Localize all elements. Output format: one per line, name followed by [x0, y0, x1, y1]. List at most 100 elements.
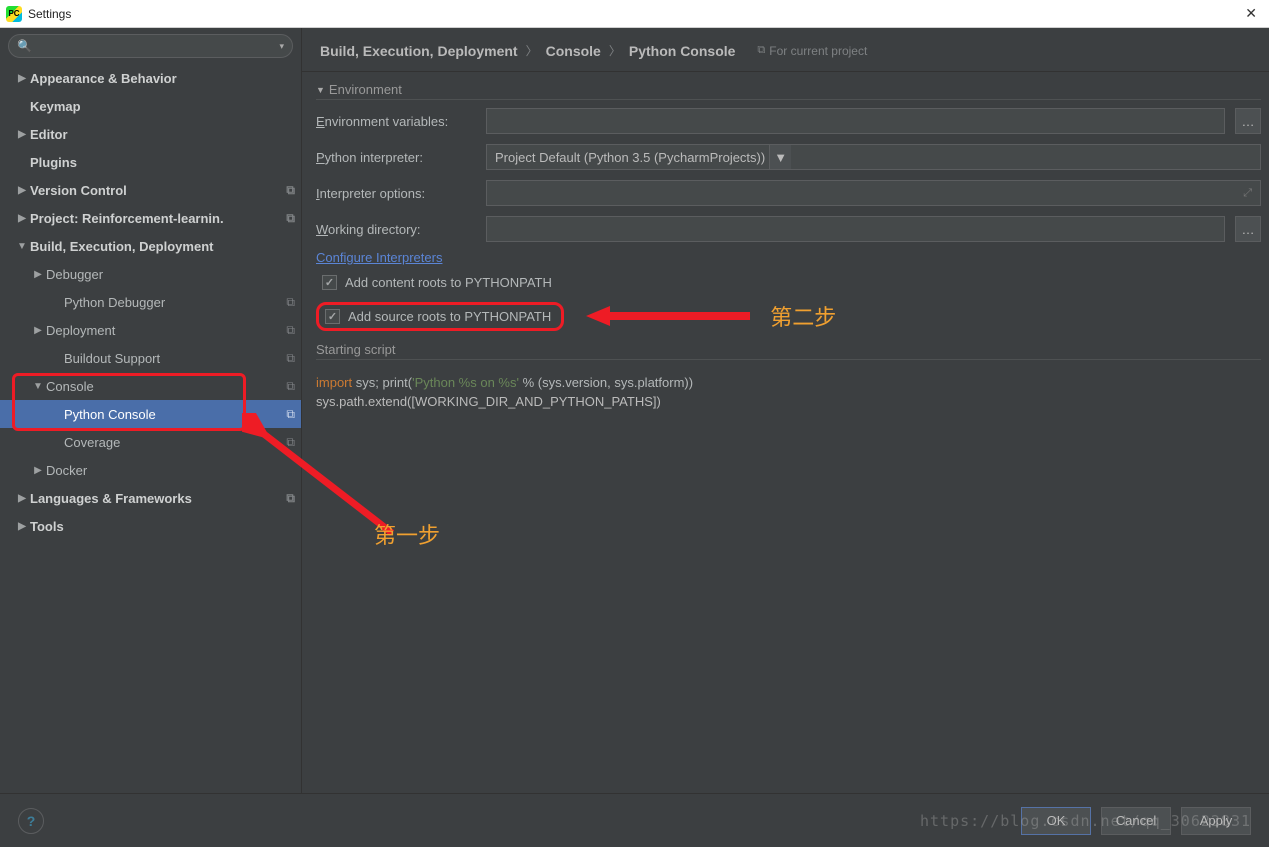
- sidebar-item-keymap[interactable]: Keymap: [0, 92, 301, 120]
- chevron-right-icon: [14, 213, 30, 224]
- titlebar: PC Settings ✕: [0, 0, 1269, 28]
- close-icon[interactable]: ✕: [1239, 5, 1263, 22]
- row-interpreter: Python interpreter: Project Default (Pyt…: [316, 142, 1261, 172]
- browse-button[interactable]: …: [1235, 108, 1261, 134]
- chevron-right-icon: [14, 73, 30, 84]
- search-wrap[interactable]: 🔍 ▾: [8, 34, 293, 58]
- scope-text: For current project: [769, 44, 867, 58]
- breadcrumb-item[interactable]: Build, Execution, Deployment: [320, 43, 518, 59]
- checkbox-icon: [322, 275, 337, 290]
- tree-label: Python Debugger: [64, 295, 165, 310]
- label-interpreter: Python interpreter:: [316, 150, 476, 165]
- breadcrumb-item[interactable]: Console: [546, 43, 601, 59]
- annotation-text-step1: 第一步: [374, 518, 440, 550]
- breadcrumb-item: Python Console: [629, 43, 736, 59]
- copy-icon: ⧉: [286, 323, 295, 338]
- starting-script-editor[interactable]: import sys; print('Python %s on %s' % (s…: [316, 366, 1261, 532]
- tree-label: Project: Reinforcement-learnin.: [30, 211, 224, 226]
- sidebar-item-console[interactable]: Console ⧉: [0, 372, 301, 400]
- sidebar-item-docker[interactable]: Docker: [0, 456, 301, 484]
- chevron-right-icon: [14, 521, 30, 532]
- input-interp-options[interactable]: ⤢: [486, 180, 1261, 206]
- chevron-down-icon[interactable]: ▼: [769, 145, 791, 169]
- section-environment[interactable]: ▼ Environment: [316, 82, 1261, 100]
- tree-label: Appearance & Behavior: [30, 71, 177, 86]
- tree-label: Buildout Support: [64, 351, 160, 366]
- sidebar-item-plugins[interactable]: Plugins: [0, 148, 301, 176]
- copy-icon: ⧉: [757, 44, 765, 57]
- cancel-button[interactable]: Cancel: [1101, 807, 1171, 835]
- checkbox-content-roots[interactable]: Add content roots to PYTHONPATH: [316, 271, 1261, 294]
- input-env-vars[interactable]: [486, 108, 1225, 134]
- chevron-right-icon: [30, 325, 46, 336]
- browse-button[interactable]: …: [1235, 216, 1261, 242]
- sidebar-item-python-console[interactable]: Python Console ⧉: [0, 400, 301, 428]
- copy-icon: ⧉: [286, 491, 295, 506]
- sidebar-item-build-exec-deploy[interactable]: Build, Execution, Deployment: [0, 232, 301, 260]
- link-configure-interpreters[interactable]: Configure Interpreters: [316, 250, 1261, 265]
- label-env-vars: EEnvironment variables:nvironment variab…: [316, 114, 476, 129]
- sidebar-item-debugger[interactable]: Debugger: [0, 260, 301, 288]
- tree-label: Build, Execution, Deployment: [30, 239, 213, 254]
- chevron-down-icon: [14, 241, 30, 252]
- sidebar-item-tools[interactable]: Tools: [0, 512, 301, 540]
- sidebar-item-coverage[interactable]: Coverage ⧉: [0, 428, 301, 456]
- sidebar-item-appearance-behavior[interactable]: Appearance & Behavior: [0, 64, 301, 92]
- sidebar-item-deployment[interactable]: Deployment ⧉: [0, 316, 301, 344]
- chevron-right-icon: 〉: [609, 42, 621, 59]
- ok-button[interactable]: OK: [1021, 807, 1091, 835]
- app-icon: PC: [6, 6, 22, 22]
- select-interpreter[interactable]: Project Default (Python 3.5 (PycharmProj…: [486, 144, 1261, 170]
- main-area: 🔍 ▾ Appearance & Behavior Keymap Editor …: [0, 28, 1269, 793]
- copy-icon: ⧉: [286, 407, 295, 422]
- sidebar-item-version-control[interactable]: Version Control ⧉: [0, 176, 301, 204]
- chevron-right-icon: [14, 185, 30, 196]
- copy-icon: ⧉: [286, 211, 295, 226]
- copy-icon: ⧉: [286, 295, 295, 310]
- sidebar-item-python-debugger[interactable]: Python Debugger ⧉: [0, 288, 301, 316]
- chevron-right-icon: [14, 493, 30, 504]
- settings-tree: Appearance & Behavior Keymap Editor Plug…: [0, 64, 301, 793]
- section-starting-script: Starting script: [316, 342, 1261, 360]
- tree-label: Version Control: [30, 183, 127, 198]
- checkbox-icon: [325, 309, 340, 324]
- checkbox-source-roots[interactable]: Add source roots to PYTHONPATH: [325, 309, 551, 324]
- tree-label: Debugger: [46, 267, 103, 282]
- chevron-down-icon: [30, 381, 46, 392]
- titlebar-left: PC Settings: [6, 6, 71, 22]
- checkbox-label: Add content roots to PYTHONPATH: [345, 275, 552, 290]
- expand-icon[interactable]: ⤢: [1243, 187, 1252, 200]
- tree-label: Python Console: [64, 407, 156, 422]
- chevron-down-icon[interactable]: ▾: [279, 41, 284, 52]
- search-icon: 🔍: [17, 39, 32, 53]
- annotation-text-step2: 第二步: [770, 300, 836, 332]
- annotation-box-step2: Add source roots to PYTHONPATH: [316, 302, 564, 331]
- sidebar-item-editor[interactable]: Editor: [0, 120, 301, 148]
- sidebar-item-project[interactable]: Project: Reinforcement-learnin. ⧉: [0, 204, 301, 232]
- tree-label: Deployment: [46, 323, 115, 338]
- tree-label: Console: [46, 379, 94, 394]
- breadcrumb: Build, Execution, Deployment 〉 Console 〉…: [302, 28, 1269, 72]
- tree-label: Tools: [30, 519, 64, 534]
- input-working-dir[interactable]: [486, 216, 1225, 242]
- section-label: Environment: [329, 82, 402, 97]
- copy-icon: ⧉: [286, 183, 295, 198]
- chevron-right-icon: [14, 129, 30, 140]
- tree-label: Docker: [46, 463, 87, 478]
- checkbox-label: Add source roots to PYTHONPATH: [348, 309, 551, 324]
- apply-button[interactable]: Apply: [1181, 807, 1251, 835]
- search-input[interactable]: [36, 39, 276, 53]
- window-title: Settings: [28, 7, 71, 21]
- help-button[interactable]: ?: [18, 808, 44, 834]
- copy-icon: ⧉: [286, 379, 295, 394]
- tree-label: Languages & Frameworks: [30, 491, 192, 506]
- tree-label: Coverage: [64, 435, 120, 450]
- copy-icon: ⧉: [286, 435, 295, 450]
- sidebar-item-buildout-support[interactable]: Buildout Support ⧉: [0, 344, 301, 372]
- code-line: sys.path.extend([WORKING_DIR_AND_PYTHON_…: [316, 393, 1261, 412]
- annotation-arrow-step2: [586, 306, 750, 326]
- sidebar: 🔍 ▾ Appearance & Behavior Keymap Editor …: [0, 28, 302, 793]
- sidebar-item-languages-frameworks[interactable]: Languages & Frameworks ⧉: [0, 484, 301, 512]
- footer: ? OK Cancel Apply: [0, 793, 1269, 847]
- footer-buttons: OK Cancel Apply: [1021, 807, 1251, 835]
